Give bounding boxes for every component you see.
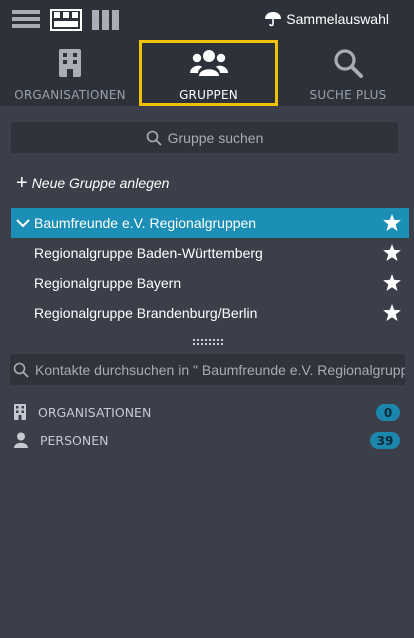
building-icon [14,404,26,420]
tree-item-label: Regionalgruppe Baden-Württemberg [34,245,263,261]
search-icon [333,48,363,78]
top-bar: Sammelauswahl [0,0,414,40]
sammelauswahl-button[interactable]: Sammelauswahl [264,11,389,27]
tab-label: GRUPPEN [179,88,238,102]
building-icon [59,48,81,78]
new-group-label: Neue Gruppe anlegen [31,175,170,191]
columns-view-icon[interactable] [92,9,120,36]
new-group-button[interactable]: + Neue Gruppe anlegen [16,172,170,194]
tree-item-parent[interactable]: Baumfreunde e.V. Regionalgruppen [11,208,409,238]
grid-view-icon[interactable] [50,9,82,36]
tree-item-label: Baumfreunde e.V. Regionalgruppen [34,215,257,231]
tree-item-child[interactable]: Regionalgruppe Brandenburg/Berlin [11,298,409,328]
count-badge: 39 [370,432,400,449]
main-nav: ORGANISATIONEN GRUPPEN SUCHE PLUS [0,40,414,106]
tab-suche-plus[interactable]: SUCHE PLUS [290,40,406,106]
star-icon[interactable] [383,274,401,294]
tab-gruppen[interactable]: GRUPPEN [139,40,278,106]
list-view-icon[interactable] [12,9,40,34]
count-personen[interactable]: PERSONEN 39 [14,430,400,450]
chevron-down-icon[interactable] [16,218,34,228]
users-group-icon [189,48,228,78]
count-label: PERSONEN [40,432,109,448]
sammelauswahl-label: Sammelauswahl [286,11,389,27]
umbrella-icon [265,12,282,27]
tree-item-child[interactable]: Regionalgruppe Bayern [11,268,409,298]
resize-handle[interactable] [192,332,224,345]
count-badge: 0 [376,404,400,421]
person-icon [14,432,28,448]
tree-item-child[interactable]: Regionalgruppe Baden-Württemberg [11,238,409,268]
tab-organisationen[interactable]: ORGANISATIONEN [8,40,132,106]
star-icon[interactable] [383,304,401,324]
search-icon [146,130,162,146]
search-icon [13,362,29,378]
tree-item-label: Regionalgruppe Brandenburg/Berlin [34,305,258,321]
tab-label: SUCHE PLUS [309,88,387,102]
star-icon[interactable] [383,214,401,234]
group-search-input[interactable]: Gruppe suchen [11,122,398,153]
tab-label: ORGANISATIONEN [14,88,126,102]
count-label: ORGANISATIONEN [38,404,152,420]
count-organisationen[interactable]: ORGANISATIONEN 0 [14,402,400,422]
group-search-placeholder: Gruppe suchen [167,129,264,146]
tree-item-label: Regionalgruppe Bayern [34,275,182,291]
plus-icon: + [16,172,28,194]
contact-search-input[interactable]: Kontakte durchsuchen in " Baumfreunde e.… [10,354,405,385]
star-icon[interactable] [383,244,401,264]
contact-search-placeholder: Kontakte durchsuchen in " Baumfreunde e.… [35,361,405,378]
